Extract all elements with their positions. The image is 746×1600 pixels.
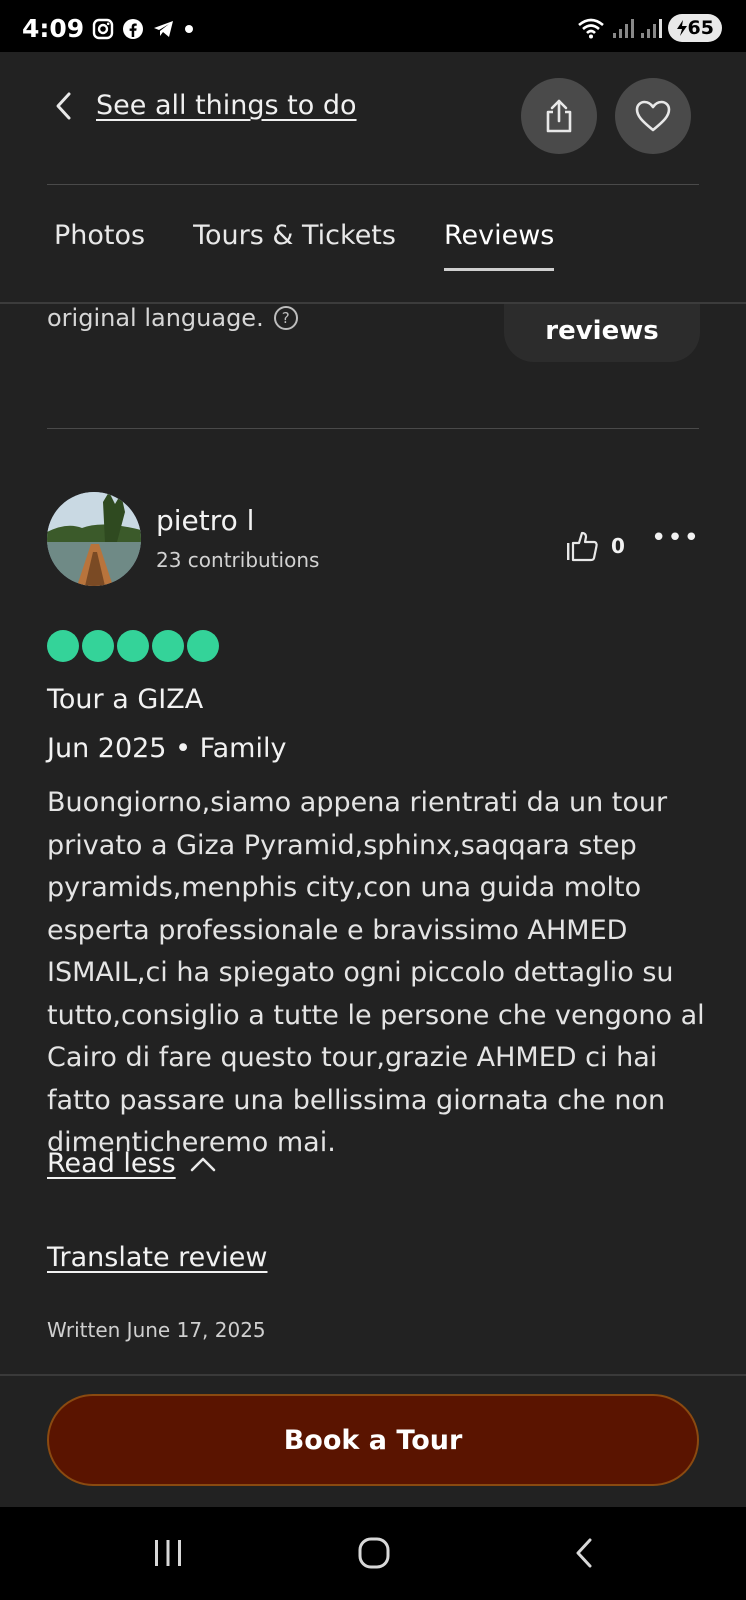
dot-icon (185, 25, 193, 33)
recents-icon (155, 1540, 181, 1566)
status-time: 4:09 (22, 14, 85, 43)
share-button[interactable] (521, 78, 597, 154)
favorite-button[interactable] (615, 78, 691, 154)
reviews-button[interactable]: reviews (504, 304, 700, 362)
notification-icons (92, 18, 194, 40)
rating-bubble-icon (152, 630, 184, 662)
signal-icon (612, 19, 634, 38)
book-a-tour-button[interactable]: Book a Tour (47, 1394, 699, 1486)
tab-bar: Photos Tours & Tickets Reviews (54, 220, 555, 271)
wifi-icon (577, 18, 604, 39)
app-content: See all things to do Photos Tours & Tick… (0, 52, 746, 1507)
reviewer-contributions: 23 contributions (156, 548, 320, 572)
written-date: Written June 17, 2025 (47, 1318, 266, 1342)
language-note: original language. ? (47, 304, 298, 332)
top-nav: See all things to do (0, 52, 746, 184)
avatar[interactable] (47, 492, 141, 586)
battery-level: 65 (687, 17, 714, 39)
review-header: pietro l 23 contributions 0 ••• (47, 492, 699, 592)
translate-review-link[interactable]: Translate review (47, 1242, 267, 1273)
read-less-button[interactable]: Read less (47, 1148, 216, 1179)
chevron-left-icon (56, 92, 71, 119)
system-back-button[interactable] (556, 1533, 612, 1573)
rating-bubble-icon (82, 630, 114, 662)
divider (47, 428, 699, 429)
tab-reviews[interactable]: Reviews (443, 220, 555, 271)
rating-bubbles (47, 630, 219, 662)
facebook-icon (123, 19, 143, 39)
help-icon[interactable]: ? (273, 306, 298, 330)
rating-bubble-icon (117, 630, 149, 662)
read-less-label: Read less (47, 1148, 176, 1179)
review-meta: Jun 2025 • Family (47, 733, 287, 764)
language-note-text: original language. (47, 304, 264, 332)
back-link[interactable]: See all things to do (54, 90, 357, 121)
review-body: Buongiorno,siamo appena rientrati da un … (47, 787, 705, 1158)
reviewer-name[interactable]: pietro l (156, 504, 254, 537)
home-button[interactable] (346, 1533, 402, 1573)
instagram-icon (92, 18, 114, 40)
system-status-icons: 65 (576, 14, 722, 42)
tab-tours-tickets[interactable]: Tours & Tickets (193, 220, 396, 271)
booking-bar: Book a Tour (0, 1374, 746, 1507)
helpful-vote-button[interactable]: 0 (565, 530, 625, 562)
status-bar: 4:09 65 (0, 0, 746, 52)
battery-icon: 65 (667, 14, 722, 42)
back-icon (576, 1538, 592, 1568)
language-note-row: original language. ? reviews (0, 304, 746, 374)
thumbs-up-icon (567, 531, 598, 562)
home-icon (358, 1537, 390, 1569)
back-link-label: See all things to do (96, 90, 357, 121)
more-options-button[interactable]: ••• (651, 525, 700, 551)
helpful-count: 0 (611, 534, 625, 558)
rating-bubble-icon (187, 630, 219, 662)
recents-button[interactable] (140, 1533, 196, 1573)
system-navigation-bar (0, 1507, 746, 1600)
chevron-up-icon (190, 1157, 215, 1171)
rating-bubble-icon (47, 630, 79, 662)
share-icon (546, 99, 572, 133)
tab-photos[interactable]: Photos (54, 220, 145, 271)
heart-icon (635, 100, 671, 132)
signal-icon (640, 19, 662, 38)
divider (47, 184, 699, 185)
telegram-icon (154, 21, 173, 37)
review-title: Tour a GIZA (47, 684, 204, 715)
